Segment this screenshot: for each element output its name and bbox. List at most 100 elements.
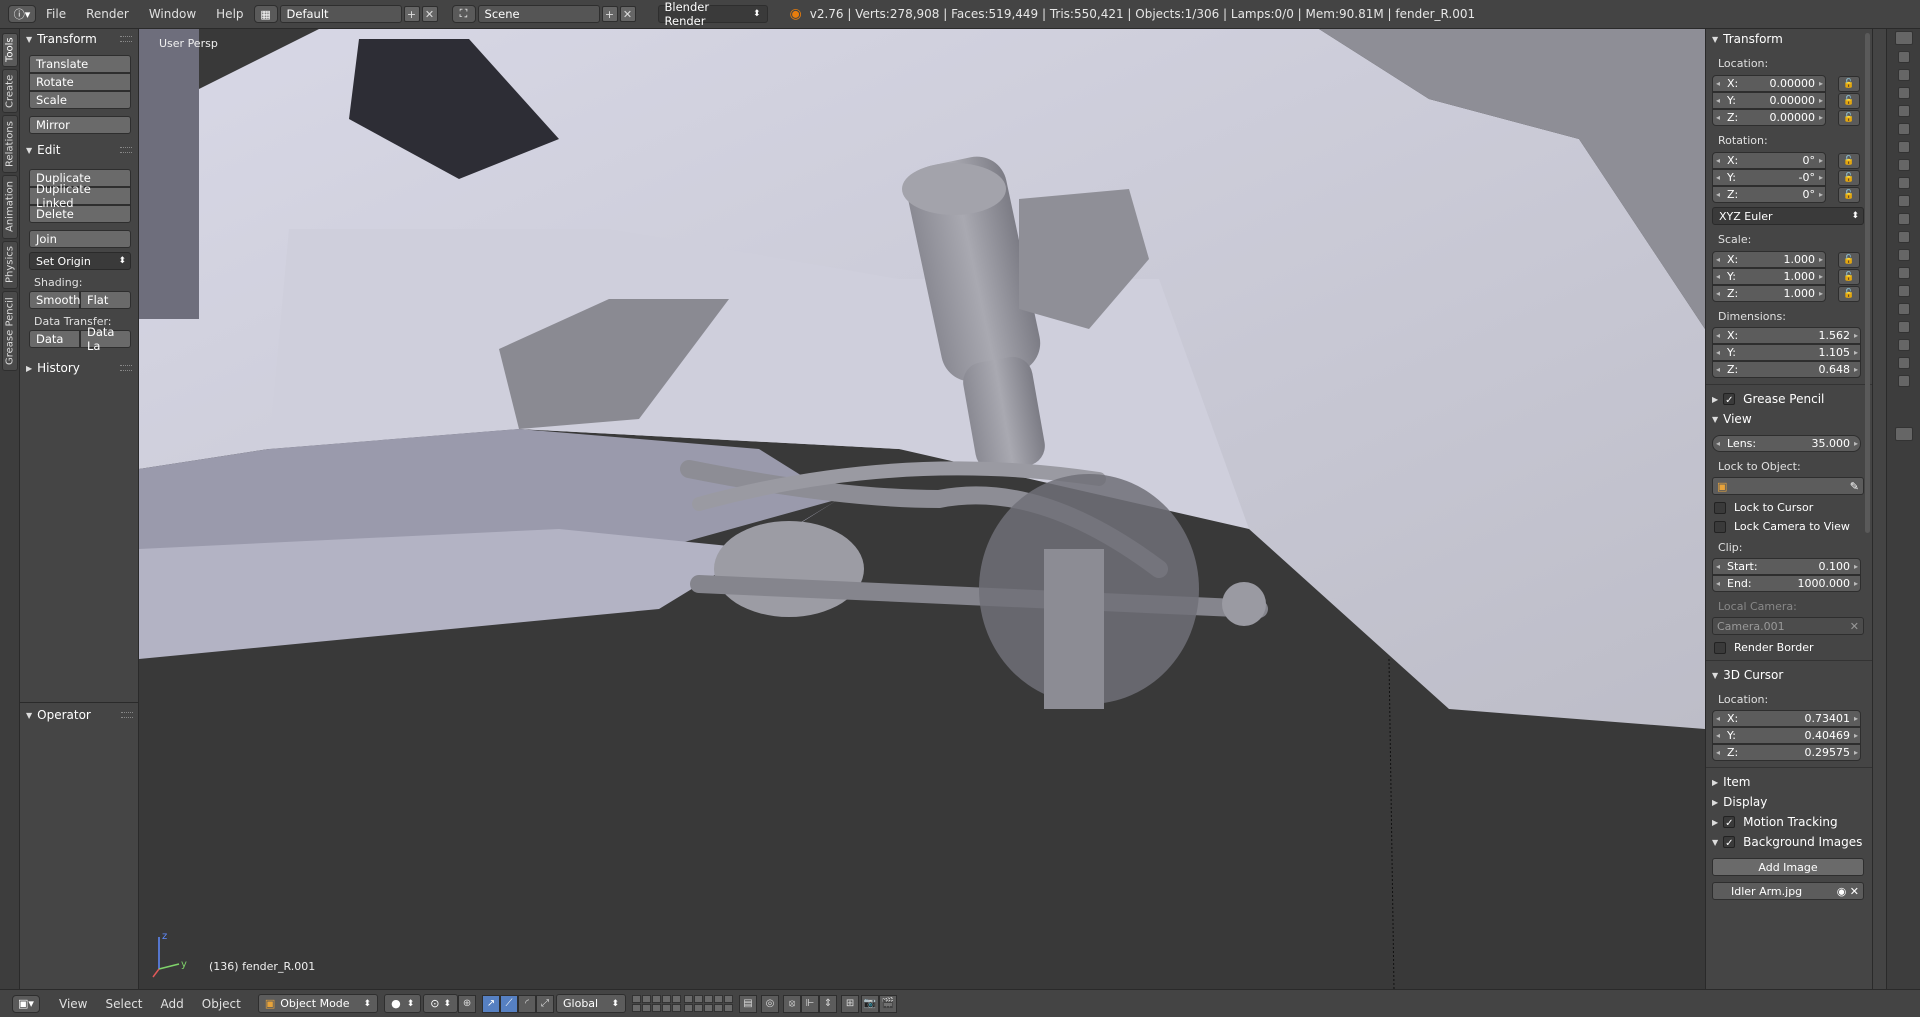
visibility-icon[interactable] — [1897, 285, 1910, 297]
visibility-icon[interactable] — [1897, 375, 1910, 387]
lock-icon[interactable]: 🔓 — [1838, 152, 1860, 169]
rotation-x-field[interactable]: X: 0° — [1712, 152, 1826, 169]
menu-file[interactable]: File — [36, 7, 76, 21]
visibility-icon[interactable] — [1897, 267, 1910, 279]
enable-checkbox[interactable] — [1723, 816, 1736, 828]
rotation-mode-dropdown[interactable]: XYZ Euler ⬍ — [1712, 207, 1864, 225]
drag-grip-icon[interactable] — [120, 365, 132, 371]
add-scene-icon[interactable]: + — [601, 6, 618, 22]
render-animation-icon[interactable]: 🎬 — [879, 994, 898, 1013]
visibility-icon[interactable] — [1897, 69, 1910, 81]
snap-target-icon[interactable]: ⇕ — [819, 994, 838, 1013]
proportional-edit-icon[interactable]: ◎ — [761, 994, 780, 1013]
drag-grip-icon[interactable] — [121, 712, 133, 718]
layer-toggle[interactable] — [684, 1004, 694, 1012]
visibility-icon[interactable] — [1897, 123, 1910, 135]
panel-transform-header[interactable]: ▼ Transform — [20, 29, 138, 49]
layer-toggle[interactable] — [694, 1004, 704, 1012]
lock-icon[interactable]: 🔓 — [1838, 286, 1860, 302]
move-manipulator-icon[interactable]: ⟋ — [500, 994, 519, 1013]
layers-group-1[interactable] — [632, 995, 682, 1012]
panel-history-header[interactable]: ▶ History — [20, 358, 138, 378]
lock-icon[interactable]: 🔓 — [1838, 110, 1860, 126]
properties-editor-icon[interactable] — [1894, 427, 1913, 441]
eyedropper-icon[interactable]: ✎ — [1850, 480, 1859, 493]
visibility-icon[interactable] — [1897, 51, 1910, 63]
location-x-field[interactable]: X: 0.00000 — [1712, 75, 1826, 92]
pivot-dropdown[interactable]: ⊙ ⬍ — [423, 994, 459, 1013]
scene-icon[interactable]: ⛶ — [451, 5, 476, 23]
flat-button[interactable]: Flat — [80, 291, 131, 309]
layer-toggle[interactable] — [694, 995, 704, 1003]
menu-object[interactable]: Object — [193, 997, 250, 1011]
rotation-z-field[interactable]: Z: 0° — [1712, 186, 1826, 203]
render-border-row[interactable]: Render Border — [1714, 641, 1872, 654]
tab-physics[interactable]: Physics — [2, 241, 18, 289]
layer-toggle[interactable] — [632, 1004, 642, 1012]
menu-window[interactable]: Window — [139, 7, 206, 21]
layer-toggle[interactable] — [652, 1004, 662, 1012]
remove-scene-icon[interactable]: ✕ — [619, 6, 636, 22]
visibility-icon[interactable] — [1897, 87, 1910, 99]
menu-view[interactable]: View — [50, 997, 96, 1011]
scale-z-field[interactable]: Z: 1.000 — [1712, 285, 1826, 302]
layer-toggle[interactable] — [714, 1004, 724, 1012]
snap-toggle-icon[interactable]: ⦻ — [783, 994, 802, 1013]
smooth-button[interactable]: Smooth — [29, 291, 80, 309]
lock-icon[interactable]: 🔓 — [1838, 93, 1860, 109]
scene-field[interactable]: Scene — [477, 5, 600, 23]
outliner-editor-icon[interactable] — [1894, 31, 1913, 45]
join-button[interactable]: Join — [29, 230, 131, 248]
translate-button[interactable]: Translate — [29, 55, 131, 73]
layer-toggle[interactable] — [704, 1004, 714, 1012]
lock-camera-to-view-row[interactable]: Lock Camera to View — [1714, 520, 1872, 533]
layer-toggle[interactable] — [662, 995, 672, 1003]
visibility-icon[interactable] — [1897, 195, 1910, 207]
clip-start-field[interactable]: Start: 0.100 — [1712, 558, 1861, 575]
scale-x-field[interactable]: X: 1.000 — [1712, 251, 1826, 268]
menu-render[interactable]: Render — [76, 7, 139, 21]
location-y-field[interactable]: Y: 0.00000 — [1712, 92, 1826, 109]
visibility-icon[interactable] — [1897, 141, 1910, 153]
background-image-item[interactable]: Idler Arm.jpg ◉ ✕ — [1712, 882, 1864, 900]
lock-icon[interactable]: 🔓 — [1838, 187, 1860, 203]
rotation-y-field[interactable]: Y: -0° — [1712, 169, 1826, 186]
cursor-x-field[interactable]: X: 0.73401 — [1712, 710, 1861, 727]
drag-grip-icon[interactable] — [120, 36, 132, 42]
tab-relations[interactable]: Relations — [2, 115, 18, 173]
eye-icon[interactable]: ◉ ✕ — [1837, 885, 1859, 898]
add-screen-icon[interactable]: + — [403, 6, 420, 22]
panel-edit-header[interactable]: ▼ Edit — [20, 140, 138, 160]
layer-toggle[interactable] — [642, 1004, 652, 1012]
panel-transform-header[interactable]: ▼ Transform — [1706, 29, 1872, 49]
visibility-icon[interactable] — [1897, 177, 1910, 189]
region-divider[interactable] — [1872, 29, 1886, 989]
layer-toggle[interactable] — [642, 995, 652, 1003]
lock-icon[interactable]: 🔓 — [1838, 269, 1860, 285]
visibility-icon[interactable] — [1897, 159, 1910, 171]
translate-manipulator-icon[interactable]: ↗ — [482, 994, 501, 1013]
3d-viewport[interactable]: z y User Persp (136) fender_R.001 — [139, 29, 1705, 989]
visibility-icon[interactable] — [1897, 321, 1910, 333]
cursor-y-field[interactable]: Y: 0.40469 — [1712, 727, 1861, 744]
snap-element-icon[interactable]: ⊩ — [801, 994, 820, 1013]
panel-motion-tracking-header[interactable]: ▶ Motion Tracking — [1706, 812, 1872, 832]
lock-object-field[interactable]: ▣ ✎ — [1712, 477, 1864, 495]
layer-toggle[interactable] — [684, 995, 694, 1003]
dimensions-x-field[interactable]: X: 1.562 — [1712, 327, 1861, 344]
tab-tools[interactable]: Tools — [2, 33, 18, 67]
menu-select[interactable]: Select — [96, 997, 151, 1011]
editor-type-button[interactable]: ⓘ▾ — [8, 5, 36, 23]
lock-camera-checkbox[interactable] — [1714, 520, 1726, 533]
menu-add[interactable]: Add — [152, 997, 193, 1011]
render-engine-dropdown[interactable]: Blender Render ⬍ — [657, 0, 768, 28]
layer-toggle[interactable] — [672, 1004, 682, 1012]
cursor-z-field[interactable]: Z: 0.29575 — [1712, 744, 1861, 761]
visibility-icon[interactable] — [1897, 231, 1910, 243]
rotate-manipulator-icon[interactable]: ◜ — [518, 994, 537, 1013]
screen-layout-field[interactable]: Default — [279, 5, 402, 23]
clip-end-field[interactable]: End: 1000.000 — [1712, 575, 1861, 592]
scale-button[interactable]: Scale — [29, 91, 131, 109]
layer-toggle[interactable] — [724, 995, 734, 1003]
render-border-checkbox[interactable] — [1714, 641, 1726, 654]
